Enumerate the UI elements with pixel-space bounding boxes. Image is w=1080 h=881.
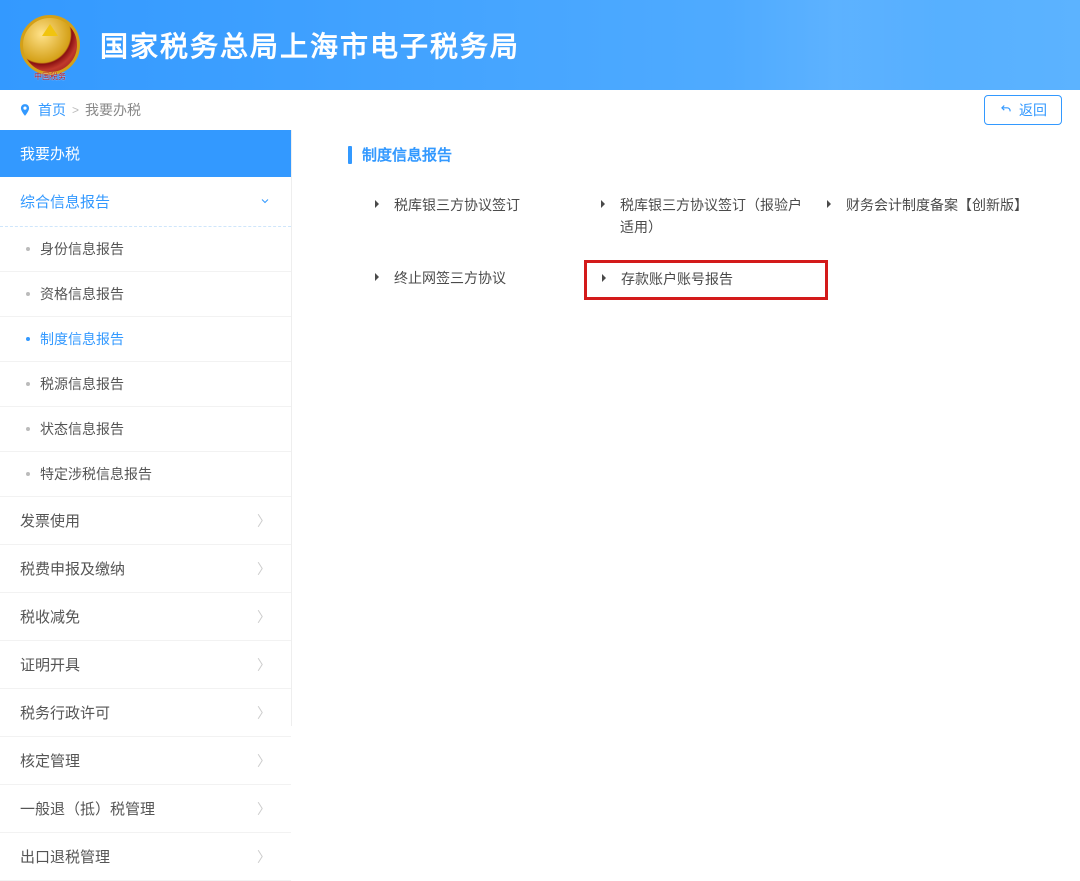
breadcrumb-home[interactable]: 首页 xyxy=(38,100,66,120)
chevron-right-icon: 〉 xyxy=(257,703,271,723)
chevron-right-icon: 〉 xyxy=(257,511,271,531)
sidebar-sub-item-specific[interactable]: 特定涉税信息报告 xyxy=(0,452,291,497)
content-item-label: 存款账户账号报告 xyxy=(621,269,733,291)
sidebar-item-label: 证明开具 xyxy=(20,654,80,675)
logo-caption: 中国税务 xyxy=(34,71,66,82)
chevron-right-icon: 〉 xyxy=(257,559,271,579)
content-area: 制度信息报告 税库银三方协议签订 税库银三方协议签订（报验户适用） 财务会计制度… xyxy=(292,130,1080,726)
sidebar-item-label: 资格信息报告 xyxy=(40,286,124,302)
pin-icon xyxy=(18,103,32,117)
sidebar-header: 我要办税 xyxy=(0,130,291,177)
bullet-icon xyxy=(599,273,609,283)
bullet-icon xyxy=(372,199,382,209)
sidebar-category-declare[interactable]: 税费申报及缴纳 〉 xyxy=(0,545,291,593)
sidebar-sub-item-system[interactable]: 制度信息报告 xyxy=(0,317,291,362)
content-item-label: 财务会计制度备案【创新版】 xyxy=(846,195,1028,217)
sidebar-item-label: 税费申报及缴纳 xyxy=(20,558,125,579)
sidebar-item-label: 发票使用 xyxy=(20,510,80,531)
sidebar-sub-list: 身份信息报告 资格信息报告 制度信息报告 税源信息报告 状态信息报告 特定涉税信… xyxy=(0,227,291,497)
sidebar-item-label: 税务行政许可 xyxy=(20,702,110,723)
logo-emblem: 中国税务 xyxy=(20,15,80,75)
section-title: 制度信息报告 xyxy=(348,144,1058,165)
chevron-right-icon: 〉 xyxy=(257,655,271,675)
sidebar-item-label: 一般退（抵）税管理 xyxy=(20,798,155,819)
sidebar-active-label: 综合信息报告 xyxy=(20,191,110,212)
content-item[interactable]: 终止网签三方协议 xyxy=(372,268,582,292)
sidebar-item-label: 税源信息报告 xyxy=(40,376,124,392)
sidebar-active-category[interactable]: 综合信息报告 xyxy=(0,177,291,227)
app-title: 国家税务总局上海市电子税务局 xyxy=(100,25,520,65)
sidebar-sub-item-status[interactable]: 状态信息报告 xyxy=(0,407,291,452)
chevron-right-icon: 〉 xyxy=(257,751,271,771)
sidebar-category-list: 发票使用〉 税费申报及缴纳〉 税收减免〉 证明开具〉 税务行政许可〉 核定管理〉… xyxy=(0,497,291,881)
bullet-icon xyxy=(372,272,382,282)
bullet-icon xyxy=(598,199,608,209)
content-item[interactable]: 财务会计制度备案【创新版】 xyxy=(824,195,1034,238)
title-bar-icon xyxy=(348,146,352,164)
content-item-highlighted[interactable]: 存款账户账号报告 xyxy=(598,268,808,292)
breadcrumb-sep: > xyxy=(72,103,79,117)
sidebar-category-permit[interactable]: 税务行政许可 〉 xyxy=(0,689,291,737)
app-header: 中国税务 国家税务总局上海市电子税务局 xyxy=(0,0,1080,90)
back-label: 返回 xyxy=(1019,100,1047,120)
breadcrumb: 首页 > 我要办税 xyxy=(18,100,141,120)
main-layout: 我要办税 综合信息报告 身份信息报告 资格信息报告 制度信息报告 税源信息报告 … xyxy=(0,130,1080,726)
chevron-right-icon: 〉 xyxy=(257,847,271,867)
sidebar-item-label: 出口退税管理 xyxy=(20,846,110,867)
bullet-icon xyxy=(824,199,834,209)
sidebar-item-label: 状态信息报告 xyxy=(40,421,124,437)
sidebar-category-invoice[interactable]: 发票使用 〉 xyxy=(0,497,291,545)
breadcrumb-bar: 首页 > 我要办税 返回 xyxy=(0,90,1080,130)
sidebar-category-reduction[interactable]: 税收减免 〉 xyxy=(0,593,291,641)
content-item-label: 税库银三方协议签订（报验户适用） xyxy=(620,195,808,238)
section-title-label: 制度信息报告 xyxy=(362,144,452,165)
sidebar-item-label: 特定涉税信息报告 xyxy=(40,466,152,482)
sidebar-sub-item-qualification[interactable]: 资格信息报告 xyxy=(0,272,291,317)
sidebar-category-assess[interactable]: 核定管理 〉 xyxy=(0,737,291,785)
sidebar-sub-item-identity[interactable]: 身份信息报告 xyxy=(0,227,291,272)
chevron-down-icon xyxy=(259,194,271,210)
sidebar-item-label: 核定管理 xyxy=(20,750,80,771)
content-item[interactable]: 税库银三方协议签订（报验户适用） xyxy=(598,195,808,238)
sidebar-category-certificate[interactable]: 证明开具 〉 xyxy=(0,641,291,689)
sidebar-category-export[interactable]: 出口退税管理 〉 xyxy=(0,833,291,881)
content-items-grid: 税库银三方协议签订 税库银三方协议签订（报验户适用） 财务会计制度备案【创新版】… xyxy=(372,195,1058,292)
breadcrumb-current: 我要办税 xyxy=(85,100,141,120)
sidebar: 我要办税 综合信息报告 身份信息报告 资格信息报告 制度信息报告 税源信息报告 … xyxy=(0,130,292,726)
chevron-right-icon: 〉 xyxy=(257,799,271,819)
sidebar-category-refund[interactable]: 一般退（抵）税管理 〉 xyxy=(0,785,291,833)
content-item[interactable]: 税库银三方协议签订 xyxy=(372,195,582,238)
back-icon xyxy=(999,102,1013,119)
content-item-label: 税库银三方协议签订 xyxy=(394,195,520,217)
sidebar-sub-item-taxsource[interactable]: 税源信息报告 xyxy=(0,362,291,407)
back-button[interactable]: 返回 xyxy=(984,95,1062,125)
sidebar-item-label: 制度信息报告 xyxy=(40,331,124,347)
sidebar-item-label: 税收减免 xyxy=(20,606,80,627)
sidebar-item-label: 身份信息报告 xyxy=(40,241,124,257)
content-item-label: 终止网签三方协议 xyxy=(394,268,506,290)
chevron-right-icon: 〉 xyxy=(257,607,271,627)
